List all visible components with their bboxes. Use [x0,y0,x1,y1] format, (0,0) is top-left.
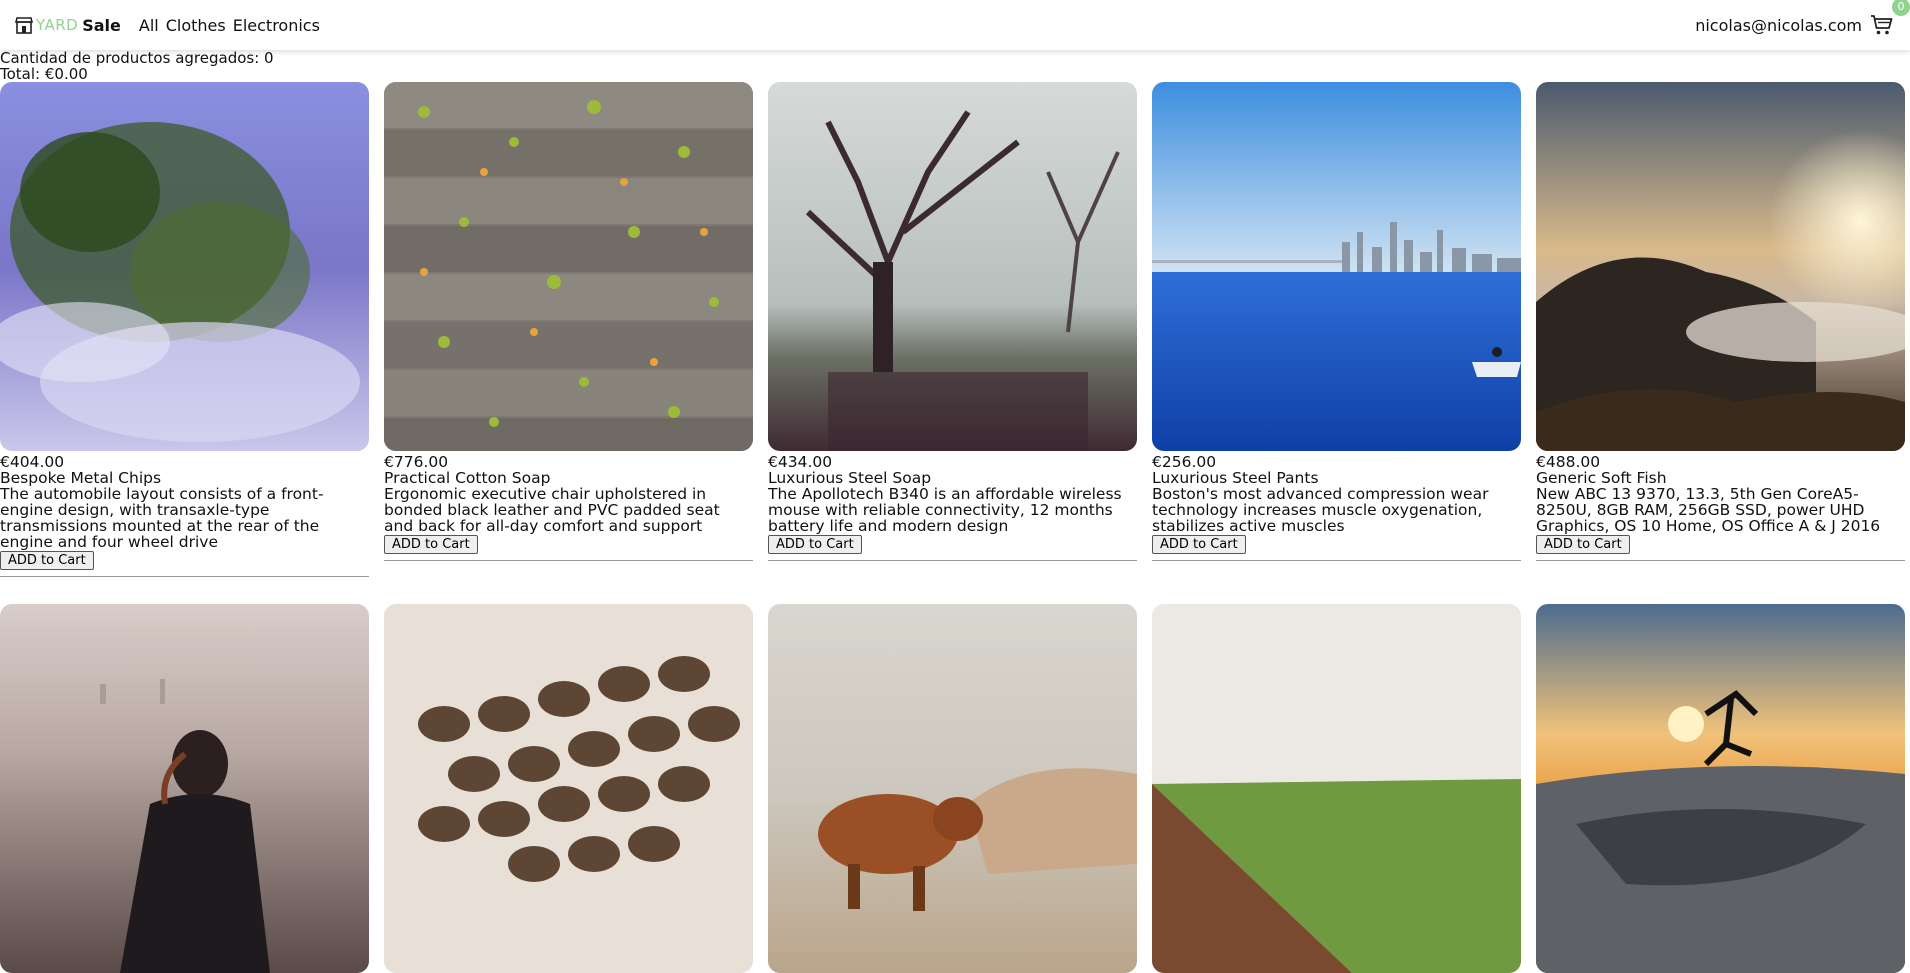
top-navbar: YARD Sale All Clothes Electronics nicola… [0,0,1910,50]
foggy-tree-image [768,82,1137,451]
product-card [1536,604,1905,973]
total-text: Total: €0.00 [0,65,88,83]
card-divider [384,560,753,561]
product-card [768,604,1137,973]
product-image[interactable] [1536,82,1905,451]
product-image[interactable] [1152,604,1521,973]
nav-link-electronics[interactable]: Electronics [233,16,320,35]
logo-sale-text: Sale [82,15,121,35]
product-info: €488.00 Generic Soft Fish New ABC 13 937… [1536,454,1905,554]
product-name: Generic Soft Fish [1536,469,1667,487]
nav-right: nicolas@nicolas.com 0 [1695,0,1910,50]
add-to-cart-button[interactable]: ADD to Cart [1536,535,1630,554]
add-to-cart-button[interactable]: ADD to Cart [1152,535,1246,554]
shopping-cart-icon [1871,15,1893,35]
product-card: €488.00 Generic Soft Fish New ABC 13 937… [1536,82,1905,561]
logo[interactable]: YARD Sale [14,16,121,35]
product-card [1152,604,1521,973]
skatepark-sunset-image [1536,604,1905,973]
product-card: €404.00 Bespoke Metal Chips The automobi… [0,82,369,577]
product-name: Bespoke Metal Chips [0,469,162,487]
card-divider [1536,560,1905,561]
nav-left: YARD Sale All Clothes Electronics [0,0,327,50]
product-info: €404.00 Bespoke Metal Chips The automobi… [0,454,369,570]
nav-link-all[interactable]: All [139,16,159,35]
add-to-cart-button[interactable]: ADD to Cart [768,535,862,554]
user-email[interactable]: nicolas@nicolas.com [1695,16,1862,35]
product-name: Luxurious Steel Pants [1152,469,1319,487]
highland-cow-image [768,604,1137,973]
leaves-on-planks-image [384,82,753,451]
coffee-beans-image [384,604,753,973]
add-to-cart-button[interactable]: ADD to Cart [0,551,94,570]
city-over-water-image [1152,82,1521,451]
product-price: €488.00 [1536,453,1601,471]
product-card: €434.00 Luxurious Steel Soap The Apollot… [768,82,1137,561]
product-image[interactable] [768,82,1137,451]
cart-count-badge: 0 [1892,0,1910,16]
product-info: €434.00 Luxurious Steel Soap The Apollot… [768,454,1137,554]
field-image [1152,604,1521,973]
product-description: Boston's most advanced compression wear … [1152,485,1489,535]
add-to-cart-button[interactable]: ADD to Cart [384,535,478,554]
product-name: Luxurious Steel Soap [768,469,932,487]
product-image[interactable] [0,82,369,451]
cart-button[interactable]: 0 [1870,0,1910,50]
product-price: €404.00 [0,453,65,471]
product-image[interactable] [768,604,1137,973]
product-description: The Apollotech B340 is an affordable wir… [768,485,1122,535]
cart-summary: Cantidad de productos agregados: 0 Total… [0,50,274,82]
product-image[interactable] [384,82,753,451]
product-card: €776.00 Practical Cotton Soap Ergonomic … [384,82,753,561]
card-divider [768,560,1137,561]
woman-city-image [0,604,369,973]
product-image[interactable] [0,604,369,973]
product-card: €256.00 Luxurious Steel Pants Boston's m… [1152,82,1521,561]
product-price: €256.00 [1152,453,1217,471]
logo-yard-text: YARD [36,16,79,34]
product-card [0,604,369,973]
product-image[interactable] [1152,82,1521,451]
nav-link-clothes[interactable]: Clothes [166,16,226,35]
product-description: Ergonomic executive chair upholstered in… [384,485,720,535]
product-price: €776.00 [384,453,449,471]
product-info: €256.00 Luxurious Steel Pants Boston's m… [1152,454,1521,554]
added-count-text: Cantidad de productos agregados: 0 [0,49,274,67]
card-divider [1152,560,1521,561]
product-description: New ABC 13 9370, 13.3, 5th Gen CoreA5-82… [1536,485,1881,535]
product-price: €434.00 [768,453,833,471]
sunset-hills-image [1536,82,1905,451]
product-card [384,604,753,973]
product-info: €776.00 Practical Cotton Soap Ergonomic … [384,454,753,554]
product-name: Practical Cotton Soap [384,469,551,487]
product-description: The automobile layout consists of a fron… [0,485,324,551]
product-image[interactable] [384,604,753,973]
storefront-icon [14,17,34,34]
card-divider [0,576,369,577]
category-nav: All Clothes Electronics [139,16,327,35]
tree-reflection-image [0,82,369,451]
product-image[interactable] [1536,604,1905,973]
